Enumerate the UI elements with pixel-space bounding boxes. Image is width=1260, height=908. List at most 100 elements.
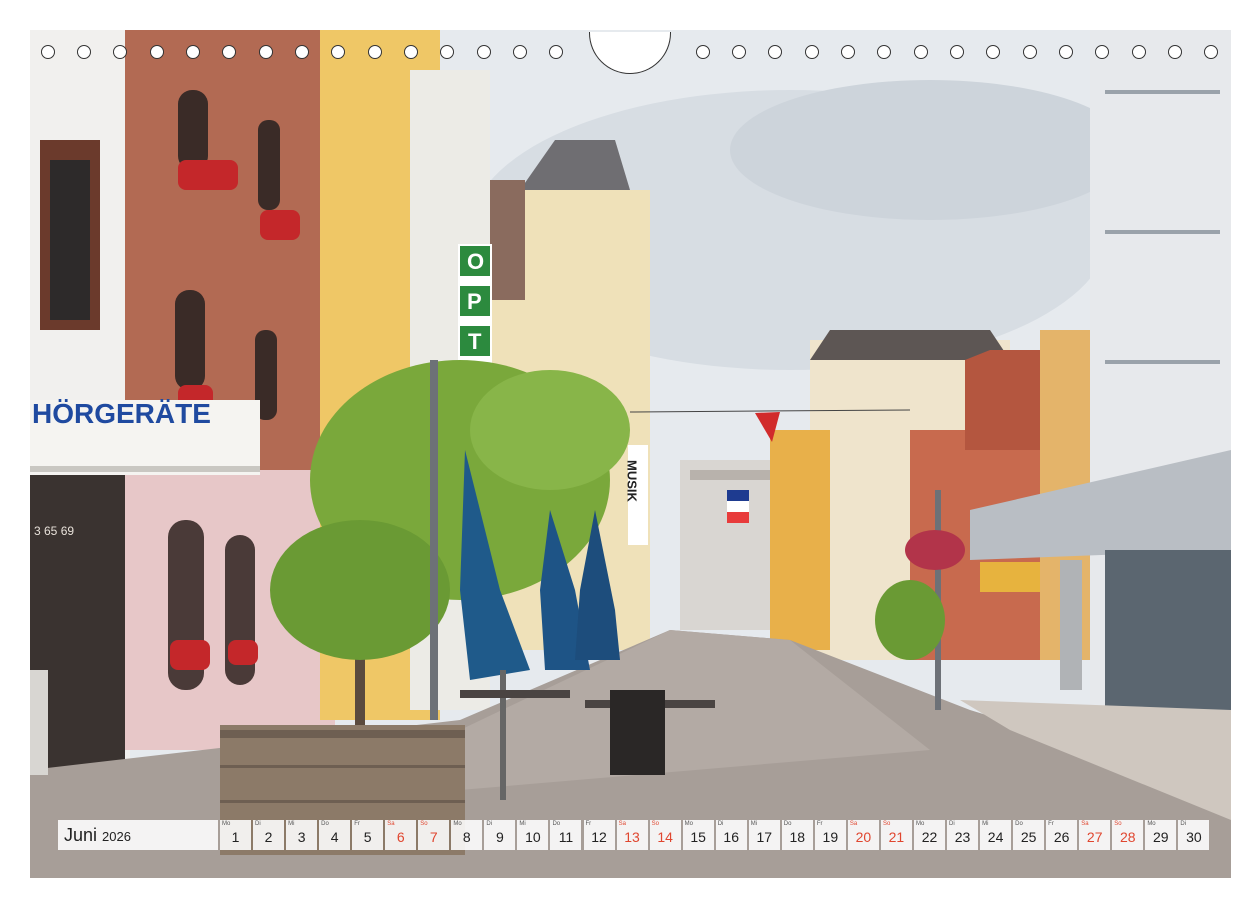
day-cell: Do 4 — [319, 820, 351, 850]
day-cell: So 14 — [649, 820, 681, 850]
binding-hole-icon — [1168, 45, 1182, 59]
optik-letter: P — [467, 289, 482, 314]
day-number: 2 — [264, 829, 273, 845]
binding-hole-icon — [1095, 45, 1109, 59]
day-number: 27 — [1086, 829, 1103, 845]
day-cell: Do 18 — [781, 820, 813, 850]
day-cell: Sa 20 — [847, 820, 879, 850]
day-number: 29 — [1153, 829, 1169, 845]
weekday-label: Mi — [288, 821, 295, 827]
binding-hole-icon — [440, 45, 454, 59]
day-cell: Sa 6 — [385, 820, 417, 850]
day-number: 15 — [690, 829, 706, 845]
binding-hole-icon — [549, 45, 563, 59]
day-cell: Fr 12 — [583, 820, 615, 850]
day-number: 25 — [1020, 829, 1037, 845]
weekday-label: Do — [552, 821, 561, 827]
day-cell: Di 16 — [715, 820, 747, 850]
weekday-label: Di — [486, 821, 493, 827]
weekday-label: Di — [949, 821, 955, 827]
day-cell: Mi 17 — [748, 820, 780, 850]
weekday-label: Do — [1015, 821, 1023, 827]
day-number: 22 — [921, 829, 938, 845]
day-cell: Mo 29 — [1145, 820, 1177, 850]
weekday-label: Mo — [915, 821, 925, 827]
day-cell: Fr 26 — [1046, 820, 1078, 850]
hanger-notch-icon — [589, 32, 671, 74]
weekday-label: Mi — [519, 821, 526, 827]
weekday-label: Di — [1180, 821, 1187, 827]
weekday-label: Fr — [1048, 821, 1054, 827]
day-number: 20 — [855, 829, 872, 845]
weekday-label: Fr — [816, 821, 823, 827]
binding-hole-icon — [404, 45, 418, 59]
optik-letter: T — [468, 329, 482, 354]
day-cell: Sa 13 — [616, 820, 648, 850]
day-number: 4 — [330, 829, 339, 845]
binding-hole-icon — [950, 45, 964, 59]
weekday-label: So — [882, 821, 891, 827]
weekday-label: Do — [783, 821, 792, 827]
weekday-label: Sa — [387, 821, 395, 827]
month-label-box: Juni 2026 — [58, 820, 218, 850]
binding-hole-icon — [331, 45, 345, 59]
day-cell: Mo 1 — [220, 820, 251, 850]
optik-letter: O — [467, 249, 484, 274]
day-number: 12 — [591, 829, 607, 845]
day-number: 30 — [1186, 829, 1202, 845]
day-number: 9 — [495, 829, 504, 845]
binding-hole-icon — [1132, 45, 1146, 59]
binding-hole-icon — [368, 45, 382, 59]
calendar-bar: Juni 2026 Mo 1 Di 2 Mi 3 Do 4 Fr 5 Sa 6 So 7 Mo 8 Di 9 Mi 1… — [58, 820, 1211, 850]
binding-hole-icon — [877, 45, 891, 59]
weekday-label: Di — [255, 821, 261, 827]
day-number: 19 — [822, 829, 839, 845]
calendar-photo: HÖRGERÄTE 3 65 69 O P T I MUSIK — [30, 30, 1231, 878]
weekday-label: Di — [717, 821, 724, 827]
binding-hole-icon — [77, 45, 91, 59]
binding-hole-icon — [513, 45, 527, 59]
year-label: 2026 — [102, 829, 131, 844]
day-number: 11 — [558, 829, 574, 845]
weekday-label: Mo — [453, 821, 462, 827]
weekday-label: Sa — [1081, 821, 1089, 827]
day-number: 14 — [657, 829, 673, 845]
weekday-label: So — [651, 821, 659, 827]
day-cell: Mi 3 — [286, 820, 318, 850]
binding-hole-icon — [696, 45, 710, 59]
day-number: 1 — [231, 829, 240, 845]
day-cell: So 28 — [1112, 820, 1144, 850]
weekday-label: Fr — [354, 821, 360, 827]
binding-hole-icon — [768, 45, 782, 59]
day-number: 18 — [789, 829, 806, 845]
day-cell: Di 23 — [947, 820, 979, 850]
hoergeraete-sign: HÖRGERÄTE — [32, 398, 211, 429]
binding-hole-icon — [732, 45, 746, 59]
musik-sign: MUSIK — [625, 460, 640, 503]
weekday-label: So — [420, 821, 428, 827]
day-number: 21 — [888, 829, 905, 845]
binding-strip — [0, 0, 1260, 80]
binding-hole-icon — [259, 45, 273, 59]
weekday-label: Mi — [750, 821, 758, 827]
day-number: 10 — [525, 829, 541, 845]
day-cell: Fr 19 — [814, 820, 846, 850]
day-cell: Mi 10 — [517, 820, 549, 850]
day-number: 8 — [462, 829, 471, 845]
day-cell: Mo 22 — [913, 820, 945, 850]
day-number: 26 — [1053, 829, 1070, 845]
weekday-label: Fr — [585, 821, 592, 827]
day-number: 17 — [756, 829, 773, 845]
binding-hole-icon — [41, 45, 55, 59]
day-cell: Mi 24 — [980, 820, 1012, 850]
binding-hole-icon — [914, 45, 928, 59]
binding-hole-icon — [150, 45, 164, 59]
day-cell: Di 2 — [253, 820, 285, 850]
house-number: 3 65 69 — [34, 524, 74, 538]
day-number: 13 — [624, 829, 640, 845]
day-number: 28 — [1119, 829, 1136, 845]
weekday-label: Mo — [222, 821, 231, 827]
binding-hole-icon — [295, 45, 309, 59]
weekday-label: Do — [321, 821, 329, 827]
day-number: 24 — [987, 829, 1004, 845]
